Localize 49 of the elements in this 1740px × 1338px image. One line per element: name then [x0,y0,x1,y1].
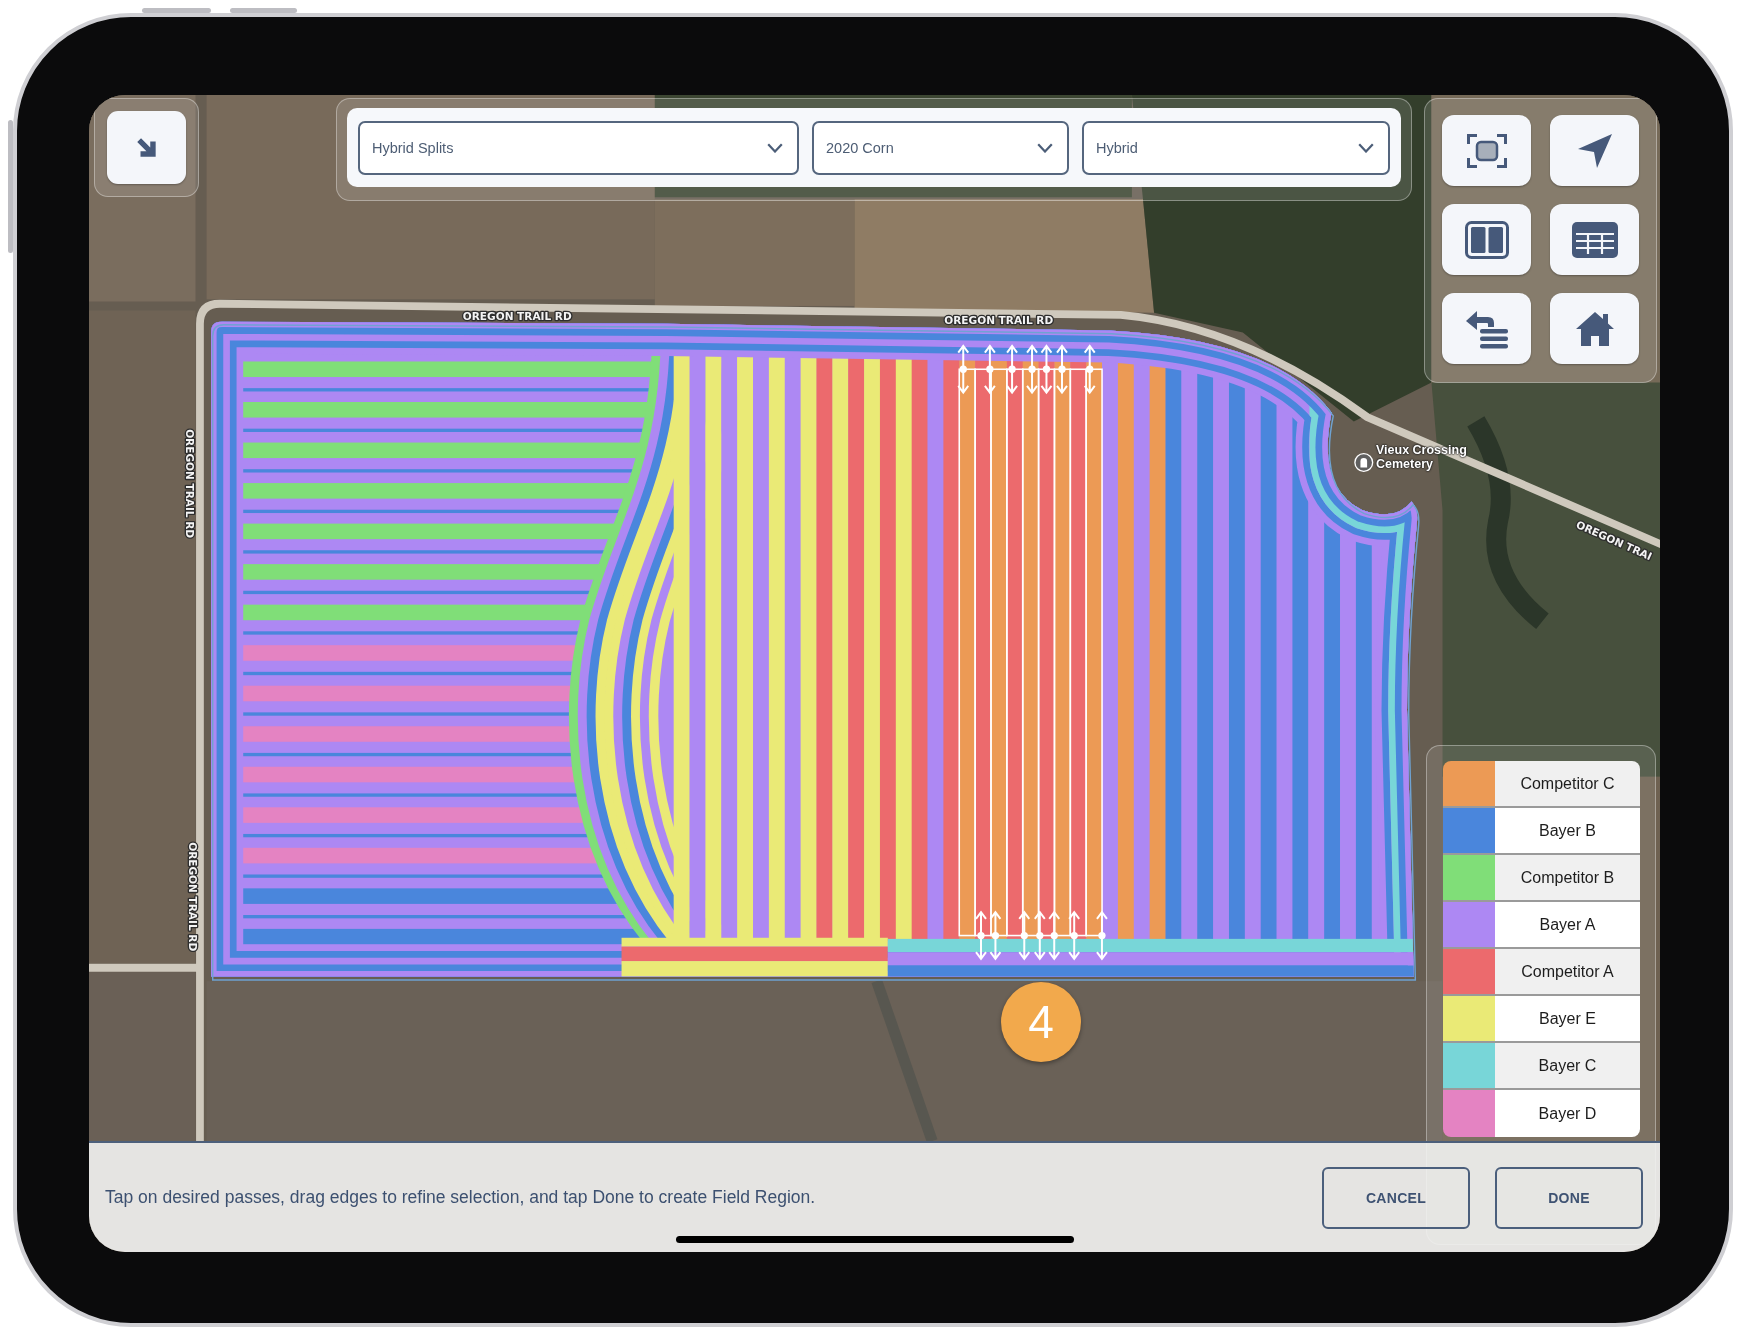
arrow-list-icon [1465,308,1508,349]
chevron-down-icon [1358,143,1374,153]
legend-label: Competitor B [1495,855,1640,900]
road-label: OREGON TRAIL RD [944,314,1054,327]
tombstone-pin-icon [1354,453,1374,473]
collapse-button[interactable] [107,111,186,184]
home-button[interactable] [1550,293,1639,364]
legend-label: Bayer A [1495,902,1640,947]
frame-corners-icon [1466,133,1507,168]
chevron-down-icon [1037,143,1053,153]
road-label: OREGON TRAIL RD [187,842,200,952]
road-label: OREGON TRAIL RD [462,309,572,322]
chevron-down-icon [767,143,783,153]
legend-label: Competitor A [1495,949,1640,994]
drag-handle[interactable] [1083,344,1096,395]
drag-handle[interactable] [1095,910,1108,961]
legend-label: Bayer C [1495,1043,1640,1088]
split-view-icon [1464,220,1509,259]
drag-handle[interactable] [1040,344,1053,395]
drag-handle[interactable] [1068,910,1081,961]
drag-handle[interactable] [1006,344,1019,395]
transfer-list-button[interactable] [1442,293,1531,364]
home-icon [1574,310,1615,347]
road-label: OREGON TRAIL RD [184,429,197,539]
drag-handle[interactable] [957,344,970,395]
drag-handle[interactable] [1018,910,1031,961]
legend-label: Bayer B [1495,808,1640,853]
navigation-arrow-icon [1576,132,1613,169]
legend-label: Competitor C [1495,761,1640,806]
cancel-button[interactable]: CANCEL [1322,1166,1470,1229]
frame-button[interactable] [1442,115,1531,186]
dropdown[interactable]: Hybrid [1082,121,1390,175]
legend-label: Bayer E [1495,996,1640,1041]
drag-handle[interactable] [983,344,996,395]
drag-handle[interactable] [1033,910,1046,961]
drag-handle[interactable] [989,910,1002,961]
instruction-text: Tap on desired passes, drag edges to refine selection, and tap Done to create Field Region. [105,1187,817,1208]
drag-handle[interactable] [1026,344,1039,395]
locate-button[interactable] [1550,115,1639,186]
dropdown[interactable]: Hybrid Splits [358,121,799,175]
legend-label: Bayer D [1495,1090,1640,1137]
dropdown[interactable]: 2020 Corn [812,121,1069,175]
drag-handle[interactable] [975,910,987,961]
table-view-button[interactable] [1550,204,1639,275]
done-button[interactable]: DONE [1495,1166,1643,1229]
split-view-button[interactable] [1442,204,1531,275]
table-icon [1571,221,1618,258]
drag-handle[interactable] [1048,910,1061,961]
drag-handle[interactable] [1056,344,1068,395]
